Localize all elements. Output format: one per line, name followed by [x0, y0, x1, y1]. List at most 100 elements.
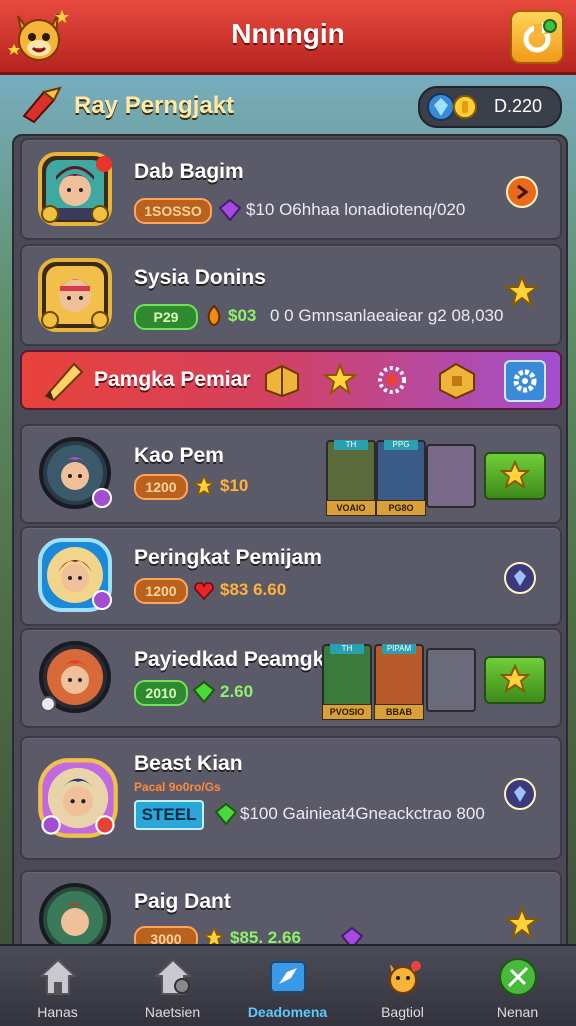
star-icon: [322, 362, 358, 396]
refresh-icon: [523, 19, 557, 53]
nav-item-map[interactable]: Deadomena: [230, 946, 345, 1026]
list-item[interactable]: Payiedkad Peamgkat 2010 2.60 TH PVOSIO P…: [20, 628, 562, 728]
hero-card[interactable]: PIPAM BBAB: [374, 644, 424, 720]
list-item[interactable]: Sysia Donins P29 $03 0 0 Gmnsanlaeaiear …: [20, 244, 562, 346]
rank-header: Ray Perngjakt D.220: [0, 76, 576, 134]
top-bar: Nnnngin: [0, 0, 576, 75]
nav-label: Naetsien: [144, 1004, 201, 1020]
rank-title: Ray Perngjakt: [74, 92, 235, 119]
player-avatar-icon: [38, 538, 112, 612]
hero-card[interactable]: TH PVOSIO: [322, 644, 372, 720]
player-name: Sysia Donins: [134, 266, 266, 289]
home-icon: [38, 958, 78, 995]
player-stat: 2.60: [220, 682, 254, 701]
player-stat: $10: [220, 476, 249, 495]
player-stat: $100 Gainieat4Gneackctrao 800: [240, 804, 485, 823]
view-button[interactable]: [506, 176, 538, 208]
coin-icon: [453, 95, 477, 119]
flame-icon: [207, 304, 221, 326]
fox-icon: [389, 961, 421, 994]
nav-item-quests[interactable]: Nenan: [460, 946, 575, 1026]
settings-button[interactable]: [504, 360, 546, 402]
card-tag: TH: [330, 644, 364, 654]
chest-icon: [439, 362, 475, 400]
gem-icon: [514, 570, 526, 586]
star-icon[interactable]: [504, 274, 540, 310]
list-item[interactable]: Peringkat Pemijam 1200 $83 6.60: [20, 526, 562, 626]
map-icon: [270, 961, 306, 993]
favorite-button[interactable]: [484, 452, 546, 500]
info-button[interactable]: [504, 778, 536, 810]
nav-label: Hanas: [37, 1004, 78, 1020]
heart-icon: [194, 582, 214, 601]
player-subtitle: Pacal 9o0ro/Gs: [134, 780, 221, 794]
card-label: PG8O: [376, 500, 426, 516]
pencil-icon: [44, 362, 84, 402]
gem-icon: [192, 680, 216, 704]
nav-item-battle[interactable]: Bagtiol: [345, 946, 460, 1026]
player-stat: 0 0 Gmnsanlaeaiear g2 08,030: [270, 306, 504, 325]
currency-value: D.220: [493, 96, 542, 116]
promo-label: Pamgka Pemiar: [94, 368, 251, 391]
player-avatar-icon: [38, 758, 118, 838]
list-item[interactable]: Dab Bagim 1SOSSO $10 O6hhaa lonadiotenq/…: [20, 138, 562, 240]
player-avatar-icon: [39, 641, 111, 713]
gem-icon: [214, 802, 238, 826]
score-badge: 2010: [134, 680, 188, 706]
gem-icon: [514, 786, 526, 802]
player-stat-highlight: $03: [228, 306, 257, 325]
promo-banner[interactable]: Pamgka Pemiar: [20, 350, 562, 410]
card-label: VOAIO: [326, 500, 376, 516]
nav-label: Nenan: [496, 1004, 539, 1020]
player-name: Paig Dant: [134, 890, 231, 913]
sword-icon: [499, 958, 537, 996]
house-gear-icon: [153, 958, 193, 995]
player-avatar-icon: [38, 258, 112, 332]
nav-label: Bagtiol: [381, 1004, 424, 1020]
hero-card[interactable]: PPG PG8O: [376, 440, 426, 516]
score-badge: 1200: [134, 474, 188, 500]
info-button[interactable]: [504, 562, 536, 594]
rank-badge: STEEL: [134, 800, 204, 830]
player-name: Payiedkad Peamgkat: [134, 648, 343, 671]
chest-icon: [265, 364, 299, 398]
card-tag: TH: [334, 440, 368, 450]
favorite-button[interactable]: [484, 656, 546, 704]
score-badge: 1200: [134, 578, 188, 604]
leaderboard-panel: Dab Bagim 1SOSSO $10 O6hhaa lonadiotenq/…: [12, 134, 568, 958]
hero-card[interactable]: TH VOAIO: [326, 440, 376, 516]
card-label: PVOSIO: [322, 704, 372, 720]
nav-item-settings[interactable]: Naetsien: [115, 946, 230, 1026]
nav-item-home[interactable]: Hanas: [0, 946, 115, 1026]
page-title: Nnnngin: [231, 18, 345, 49]
player-avatar-icon: [39, 437, 112, 509]
bottom-nav: Hanas Naetsien Deadomena Bagtiol Nenan: [0, 944, 576, 1026]
hero-card[interactable]: [426, 648, 476, 712]
player-name: Dab Bagim: [134, 160, 244, 183]
card-tag: PIPAM: [382, 644, 416, 654]
refresh-button[interactable]: [510, 10, 564, 64]
star-icon[interactable]: [504, 906, 540, 942]
star-icon: [499, 459, 531, 490]
currency-display[interactable]: D.220: [418, 86, 562, 128]
nav-label: Deadomena: [247, 1004, 328, 1020]
hero-card[interactable]: [426, 444, 476, 508]
list-item[interactable]: Beast Kian Pacal 9o0ro/Gs STEEL $100 Gai…: [20, 736, 562, 860]
player-name: Peringkat Pemijam: [134, 546, 322, 569]
star-icon: [499, 663, 531, 694]
card-tag: PPG: [384, 440, 418, 450]
sparkle-icon: [378, 366, 406, 394]
player-avatar-icon: [38, 152, 112, 226]
score-badge: 1SOSSO: [134, 198, 212, 224]
card-label: BBAB: [374, 704, 424, 720]
star-icon: [192, 474, 216, 497]
gear-icon: [513, 369, 537, 393]
list-item[interactable]: Kao Pem 1200 $10 TH VOAIO PPG PG8O: [20, 424, 562, 524]
score-badge: P29: [134, 304, 198, 330]
gem-icon: [218, 198, 242, 222]
player-name: Beast Kian: [134, 752, 243, 775]
player-name: Kao Pem: [134, 444, 224, 467]
player-stat: $10 O6hhaa lonadiotenq/020: [246, 200, 466, 219]
player-stat: $83 6.60: [220, 580, 287, 599]
arrow-right-icon: [517, 184, 529, 200]
